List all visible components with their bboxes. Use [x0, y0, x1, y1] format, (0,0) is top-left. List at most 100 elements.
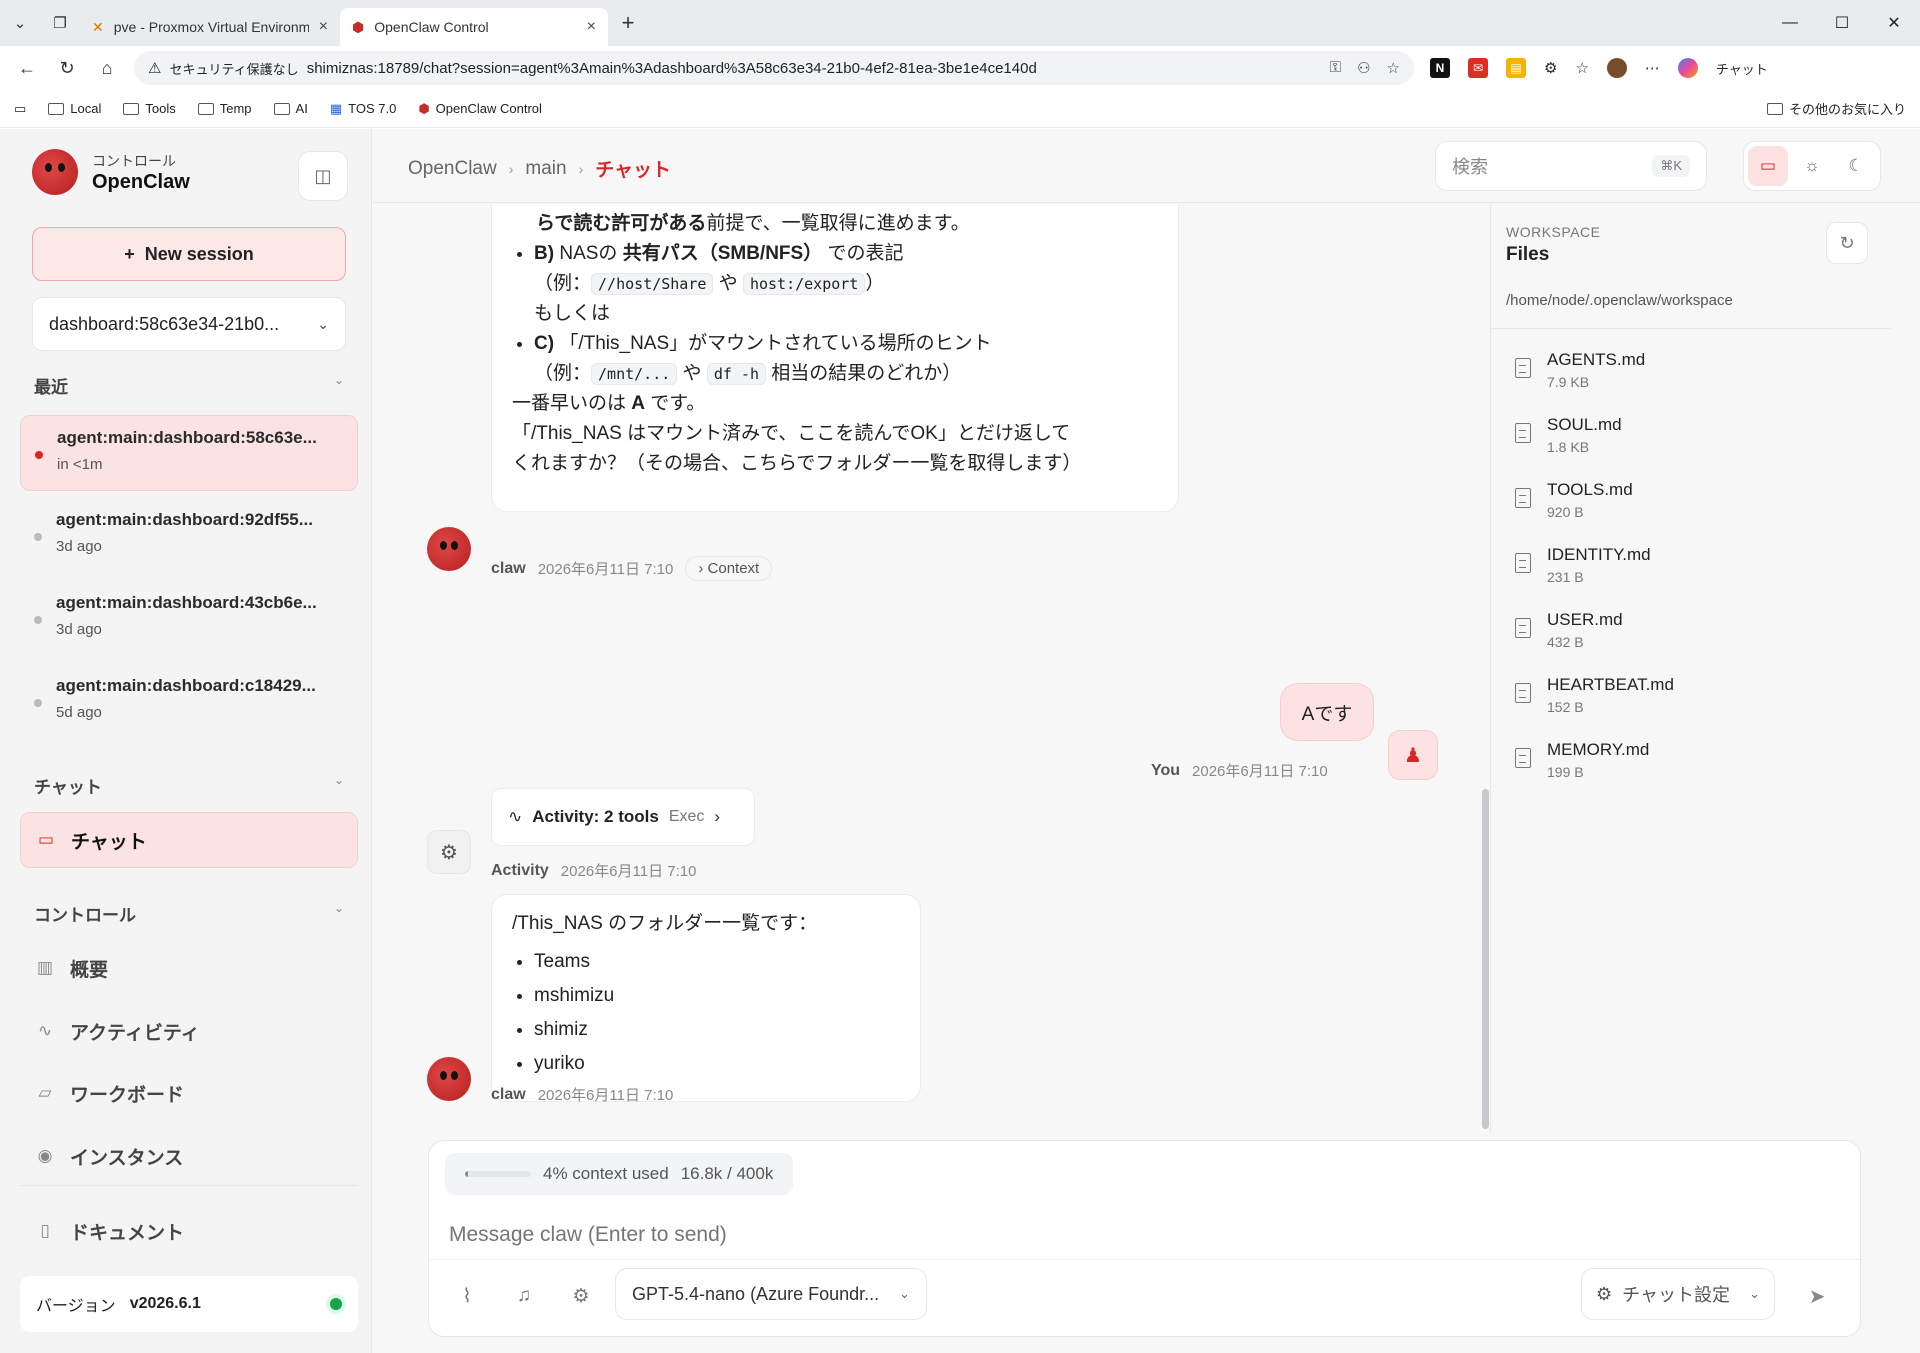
- back-arrow-icon[interactable]: ←: [10, 51, 44, 85]
- bar-chart-icon: ▥: [36, 958, 54, 977]
- new-tab-plus-icon[interactable]: +: [608, 10, 648, 36]
- message-meta: claw 2026年6月11日 7:10: [491, 1084, 673, 1105]
- microphone-icon[interactable]: ♫: [506, 1278, 542, 1314]
- bookmark-ai[interactable]: AI: [273, 101, 308, 116]
- close-tab-icon[interactable]: ×: [587, 18, 596, 36]
- activity-pulse-icon: ∿: [37, 1021, 53, 1040]
- send-icon[interactable]: ➤: [1799, 1278, 1835, 1314]
- file-item[interactable]: TOOLS.md 920 B: [1515, 480, 1633, 520]
- reload-icon[interactable]: ↻: [50, 51, 84, 85]
- timestamp: 2026年6月11日 7:10: [560, 863, 697, 880]
- close-tab-icon[interactable]: ×: [319, 18, 328, 36]
- context-button[interactable]: › Context: [685, 556, 773, 581]
- file-item[interactable]: SOUL.md 1.8 KB: [1515, 415, 1622, 455]
- openclaw-favicon-icon: ⬢: [418, 100, 430, 116]
- collapse-sidebar-button[interactable]: ◫: [298, 151, 348, 201]
- moon-icon[interactable]: ☾: [1836, 146, 1876, 186]
- profile-avatar[interactable]: [1606, 58, 1627, 78]
- file-item[interactable]: HEARTBEAT.md 152 B: [1515, 675, 1674, 715]
- nav-instances[interactable]: ◉ インスタンス: [20, 1128, 358, 1184]
- chat-settings-button[interactable]: ⚙ チャット設定 ⌄: [1581, 1268, 1775, 1320]
- gmail-icon[interactable]: ✉: [1468, 58, 1488, 78]
- nav-activity[interactable]: ∿ アクティビティ: [20, 1003, 358, 1059]
- bookmark-local[interactable]: Local: [48, 101, 101, 116]
- new-session-label: New session: [144, 243, 254, 264]
- nav-docs[interactable]: ▯ ドキュメント: [20, 1203, 358, 1259]
- copilot-label[interactable]: チャット: [1716, 59, 1768, 78]
- bookmark-tos[interactable]: ▦ TOS 7.0: [330, 101, 396, 117]
- minimize-icon[interactable]: —: [1764, 14, 1816, 32]
- search-input[interactable]: 検索 ⌘K: [1435, 141, 1707, 191]
- session-item[interactable]: agent:main:dashboard:43cb6e... 3d ago: [20, 581, 358, 657]
- message-input[interactable]: [449, 1217, 1839, 1253]
- monitor-icon[interactable]: ▭: [1748, 146, 1788, 186]
- bookmark-tools[interactable]: Tools: [123, 101, 176, 116]
- session-time: 3d ago: [56, 538, 102, 555]
- chat-section-header[interactable]: チャット ⌄: [34, 773, 344, 798]
- nav-overview[interactable]: ▥ 概要: [20, 940, 358, 996]
- browser-tab-openclaw[interactable]: ⬢ OpenClaw Control ×: [340, 8, 608, 46]
- refresh-button[interactable]: ↻: [1826, 222, 1868, 264]
- more-menu-icon[interactable]: ⋯: [1645, 59, 1660, 77]
- session-item[interactable]: agent:main:dashboard:58c63e... in <1m: [20, 415, 358, 491]
- control-section-header[interactable]: コントロール ⌄: [34, 901, 344, 926]
- maximize-icon[interactable]: ☐: [1816, 13, 1868, 33]
- session-item[interactable]: agent:main:dashboard:92df55... 3d ago: [20, 498, 358, 574]
- context-percent: 4% context used: [543, 1164, 669, 1183]
- activity-card[interactable]: ∿ Activity: 2 tools Exec ›: [491, 788, 755, 846]
- file-icon: [1515, 358, 1531, 378]
- tos-icon: ▦: [329, 100, 343, 116]
- favorite-star-icon[interactable]: ☆: [1387, 59, 1400, 77]
- profile-share-icon[interactable]: ⚇: [1357, 59, 1370, 77]
- file-item[interactable]: MEMORY.md 199 B: [1515, 740, 1649, 780]
- calendar-icon[interactable]: ▤: [1506, 58, 1526, 78]
- file-item[interactable]: IDENTITY.md 231 B: [1515, 545, 1651, 585]
- message-line: 一番早いのは A です。: [512, 389, 1158, 419]
- extensions-puzzle-icon[interactable]: ⚙: [1544, 59, 1557, 77]
- model-select[interactable]: GPT-5.4-nano (Azure Foundr... ⌄: [615, 1268, 927, 1320]
- gear-icon[interactable]: ⚙: [563, 1278, 599, 1314]
- text: 前提で、一覧取得に進めます。: [706, 213, 970, 234]
- file-icon: [1515, 683, 1531, 703]
- file-icon: [1515, 423, 1531, 443]
- key-icon[interactable]: ⚿: [1330, 59, 1341, 77]
- sun-icon[interactable]: ☼: [1792, 146, 1832, 186]
- openclaw-app: コントロール OpenClaw ◫ + New session dashboar…: [0, 129, 1920, 1353]
- url-text[interactable]: shimiznas:18789/chat?session=agent%3Amai…: [307, 60, 1037, 77]
- bookmark-openclaw[interactable]: ⬢ OpenClaw Control: [418, 101, 542, 117]
- file-item[interactable]: USER.md 432 B: [1515, 610, 1623, 650]
- session-name: agent:main:dashboard:c18429...: [56, 676, 316, 695]
- bookmark-other-favorites[interactable]: その他のお気に入り: [1766, 99, 1906, 118]
- tab-list-chevron-icon[interactable]: ⌄: [0, 5, 40, 41]
- notion-icon[interactable]: N: [1430, 58, 1450, 78]
- crumb-openclaw[interactable]: OpenClaw: [408, 158, 497, 180]
- session-name: agent:main:dashboard:92df55...: [56, 510, 313, 529]
- text: や: [713, 273, 743, 294]
- chat-bubble-icon: ▭: [37, 830, 55, 849]
- favorites-list-icon[interactable]: ☆: [1575, 59, 1588, 77]
- bookmark-temp[interactable]: Temp: [197, 101, 252, 116]
- tab-actions-icon[interactable]: ❐: [40, 5, 80, 41]
- tab-sidebar-icon[interactable]: ▭: [14, 101, 26, 117]
- attach-paperclip-icon[interactable]: ⌇: [449, 1278, 485, 1314]
- nav-chat[interactable]: ▭ チャット: [20, 812, 358, 868]
- list-item: C) 「/This_NAS」がマウントされている場所のヒント （例：/mnt/.…: [534, 329, 1158, 389]
- session-item[interactable]: agent:main:dashboard:c18429... 5d ago: [20, 664, 358, 740]
- bold-text: A: [631, 393, 646, 414]
- file-item[interactable]: AGENTS.md 7.9 KB: [1515, 350, 1645, 390]
- nav-workboard[interactable]: ▱ ワークボード: [20, 1065, 358, 1121]
- browser-tab-proxmox[interactable]: ✕ pve - Proxmox Virtual Environment ×: [80, 9, 340, 45]
- url-field[interactable]: ⚠ セキュリティ保護なし shimiznas:18789/chat?sessio…: [134, 51, 1414, 85]
- close-window-icon[interactable]: ✕: [1868, 13, 1920, 33]
- session-select[interactable]: dashboard:58c63e34-21b0... ⌄: [32, 297, 346, 351]
- crumb-main[interactable]: main: [525, 158, 566, 180]
- recent-section-header[interactable]: 最近 ⌄: [34, 373, 344, 398]
- search-placeholder: 検索: [1452, 157, 1488, 177]
- chat-scrollbar[interactable]: [1482, 789, 1489, 1129]
- plus-icon: +: [124, 243, 135, 264]
- copilot-icon[interactable]: [1677, 58, 1698, 78]
- file-name: USER.md: [1547, 610, 1623, 629]
- home-icon[interactable]: ⌂: [90, 51, 124, 85]
- text: です。: [645, 393, 706, 414]
- new-session-button[interactable]: + New session: [32, 227, 346, 281]
